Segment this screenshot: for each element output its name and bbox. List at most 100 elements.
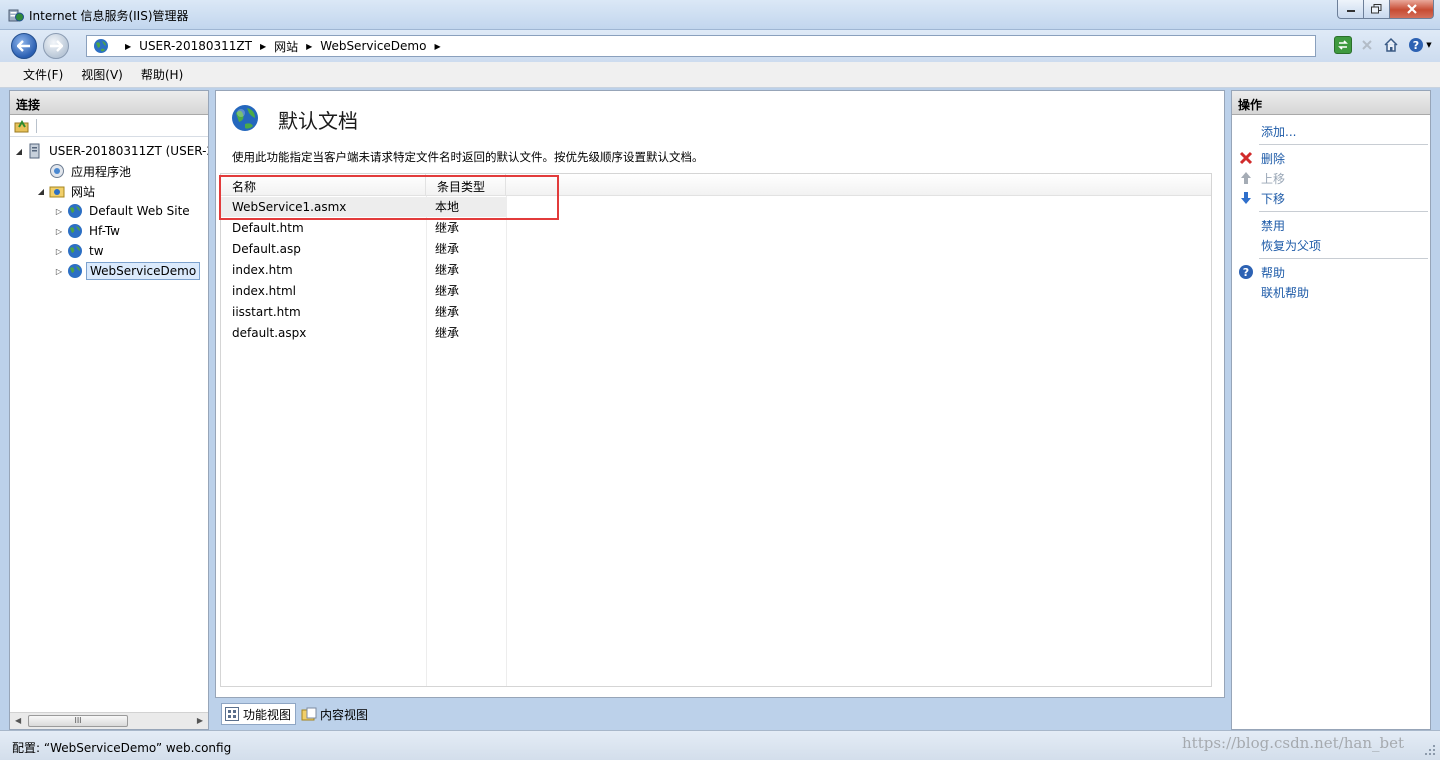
menu-file[interactable]: 文件(F): [14, 66, 72, 83]
tree-item-app-pools[interactable]: 应用程序池: [36, 161, 134, 181]
actions-divider: [1259, 258, 1428, 259]
globe-icon: [94, 39, 108, 53]
tree-item-site[interactable]: ▷ Hf-Tw: [54, 221, 123, 241]
tree-item-site-selected[interactable]: ▷ WebServiceDemo: [54, 261, 201, 281]
connections-pane: 连接 ◢ USER-20180311ZT (USER-2 应用程序池 ◢ 网站 …: [9, 90, 209, 730]
close-button[interactable]: [1390, 0, 1434, 19]
action-online-help[interactable]: 联机帮助: [1232, 282, 1430, 302]
tree-item-server[interactable]: ◢ USER-20180311ZT (USER-2: [14, 141, 208, 161]
action-help[interactable]: ? 帮助: [1232, 262, 1430, 282]
actions-list: 添加... 删除 上移 下移 禁用 恢复为父项 ? 帮助 联机帮助: [1232, 115, 1430, 302]
tab-label: 功能视图: [243, 707, 292, 722]
scroll-left-icon[interactable]: ◀: [15, 716, 21, 725]
connections-tree: ◢ USER-20180311ZT (USER-2 应用程序池 ◢ 网站 ▷ D…: [10, 137, 208, 697]
toolbar-divider: [36, 118, 37, 133]
svg-text:?: ?: [1413, 39, 1419, 52]
features-view-icon: [225, 707, 239, 721]
horizontal-scrollbar[interactable]: ◀ III ▶: [10, 712, 208, 729]
action-remove[interactable]: 删除: [1232, 148, 1430, 168]
tab-content-view[interactable]: 内容视图: [298, 703, 373, 725]
expand-icon[interactable]: ▷: [54, 267, 64, 276]
action-move-up[interactable]: 上移: [1232, 168, 1430, 188]
tree-item-label: 网站: [71, 184, 96, 199]
refresh-button[interactable]: [1334, 36, 1352, 54]
tree-item-site[interactable]: ▷ Default Web Site: [54, 201, 193, 221]
action-revert-to-parent[interactable]: 恢复为父项: [1232, 235, 1430, 255]
expand-icon[interactable]: ▷: [54, 247, 64, 256]
window-controls: [1337, 0, 1434, 20]
scroll-thumb[interactable]: III: [28, 715, 128, 727]
tab-features-view[interactable]: 功能视图: [221, 703, 297, 725]
connect-icon[interactable]: [14, 118, 30, 134]
content-view-icon: [301, 707, 317, 721]
page-title: 默认文档: [278, 109, 358, 133]
breadcrumb-chevron-icon: ▶: [125, 41, 132, 51]
navigation-tools: ? ▼: [1334, 36, 1434, 54]
arrow-up-icon: [1238, 170, 1254, 186]
arrow-right-icon: [50, 40, 63, 52]
resize-grip-icon[interactable]: [1424, 744, 1436, 756]
globe-icon: [232, 105, 258, 131]
stop-icon: [1362, 40, 1372, 50]
breadcrumb-sites[interactable]: 网站: [274, 38, 298, 55]
highlight-annotation-box: [219, 175, 559, 220]
tree-item-label: Hf-Tw: [89, 224, 120, 238]
tab-label: 内容视图: [320, 707, 369, 722]
default-documents-list: 名称 条目类型 WebService1.asmx 本地 Default.htm …: [220, 173, 1212, 687]
breadcrumb-chevron-icon: ▶: [306, 41, 313, 51]
column-divider: [426, 196, 427, 686]
actions-divider: [1259, 144, 1428, 145]
tree-item-site[interactable]: ▷ tw: [54, 241, 107, 261]
help-icon: ?: [1238, 264, 1254, 280]
globe-icon: [68, 204, 82, 218]
action-disable[interactable]: 禁用: [1232, 215, 1430, 235]
forward-button[interactable]: [43, 33, 69, 59]
globe-icon: [68, 224, 82, 238]
globe-icon: [68, 244, 82, 258]
connections-toolbar: [10, 115, 208, 137]
collapse-icon[interactable]: ◢: [36, 187, 46, 196]
action-add[interactable]: 添加...: [1232, 121, 1430, 141]
delete-x-icon: [1238, 150, 1254, 166]
tree-item-label: WebServiceDemo: [86, 262, 201, 280]
expand-icon[interactable]: ▷: [54, 207, 64, 216]
minimize-button[interactable]: [1337, 0, 1364, 19]
title-bar: Internet 信息服务(IIS)管理器: [0, 0, 1440, 30]
breadcrumb-site[interactable]: WebServiceDemo: [320, 39, 426, 53]
list-item[interactable]: Default.htm 继承: [221, 217, 1211, 238]
breadcrumb-chevron-icon: ▶: [434, 41, 441, 51]
list-item[interactable]: iisstart.htm 继承: [221, 301, 1211, 322]
menu-bar: 文件(F) 视图(V) 帮助(H): [0, 62, 1440, 88]
list-item[interactable]: index.htm 继承: [221, 259, 1211, 280]
help-icon: ?: [1409, 38, 1424, 52]
minimize-icon: [1346, 10, 1355, 12]
address-bar[interactable]: ▶ USER-20180311ZT ▶ 网站 ▶ WebServiceDemo …: [86, 35, 1316, 57]
home-button[interactable]: [1382, 36, 1400, 54]
tree-item-label: tw: [89, 244, 104, 258]
tree-item-sites[interactable]: ◢ 网站: [36, 181, 98, 201]
list-item[interactable]: index.html 继承: [221, 280, 1211, 301]
iis-app-icon: [8, 9, 24, 22]
svg-text:?: ?: [1243, 266, 1249, 279]
actions-header: 操作: [1232, 91, 1430, 115]
close-icon: [1406, 4, 1417, 14]
restore-icon: [1371, 4, 1382, 14]
collapse-icon[interactable]: ◢: [14, 147, 24, 156]
scroll-right-icon[interactable]: ▶: [197, 716, 203, 725]
navigation-bar: ▶ USER-20180311ZT ▶ 网站 ▶ WebServiceDemo …: [0, 30, 1440, 62]
view-tabs: 功能视图 内容视图: [215, 700, 1225, 728]
list-item[interactable]: default.aspx 继承: [221, 322, 1211, 343]
stop-button[interactable]: [1358, 36, 1376, 54]
action-move-down[interactable]: 下移: [1232, 188, 1430, 208]
menu-help[interactable]: 帮助(H): [132, 66, 192, 83]
breadcrumb-server[interactable]: USER-20180311ZT: [139, 39, 252, 53]
chevron-down-icon: ▼: [1426, 41, 1432, 49]
back-button[interactable]: [11, 33, 37, 59]
menu-view[interactable]: 视图(V): [72, 66, 132, 83]
column-divider: [506, 196, 507, 686]
list-item[interactable]: Default.asp 继承: [221, 238, 1211, 259]
help-button[interactable]: ? ▼: [1406, 36, 1434, 54]
expand-icon[interactable]: ▷: [54, 227, 64, 236]
page-description: 使用此功能指定当客户端未请求特定文件名时返回的默认文件。按优先级顺序设置默认文档…: [232, 150, 704, 164]
maximize-button[interactable]: [1364, 0, 1390, 19]
